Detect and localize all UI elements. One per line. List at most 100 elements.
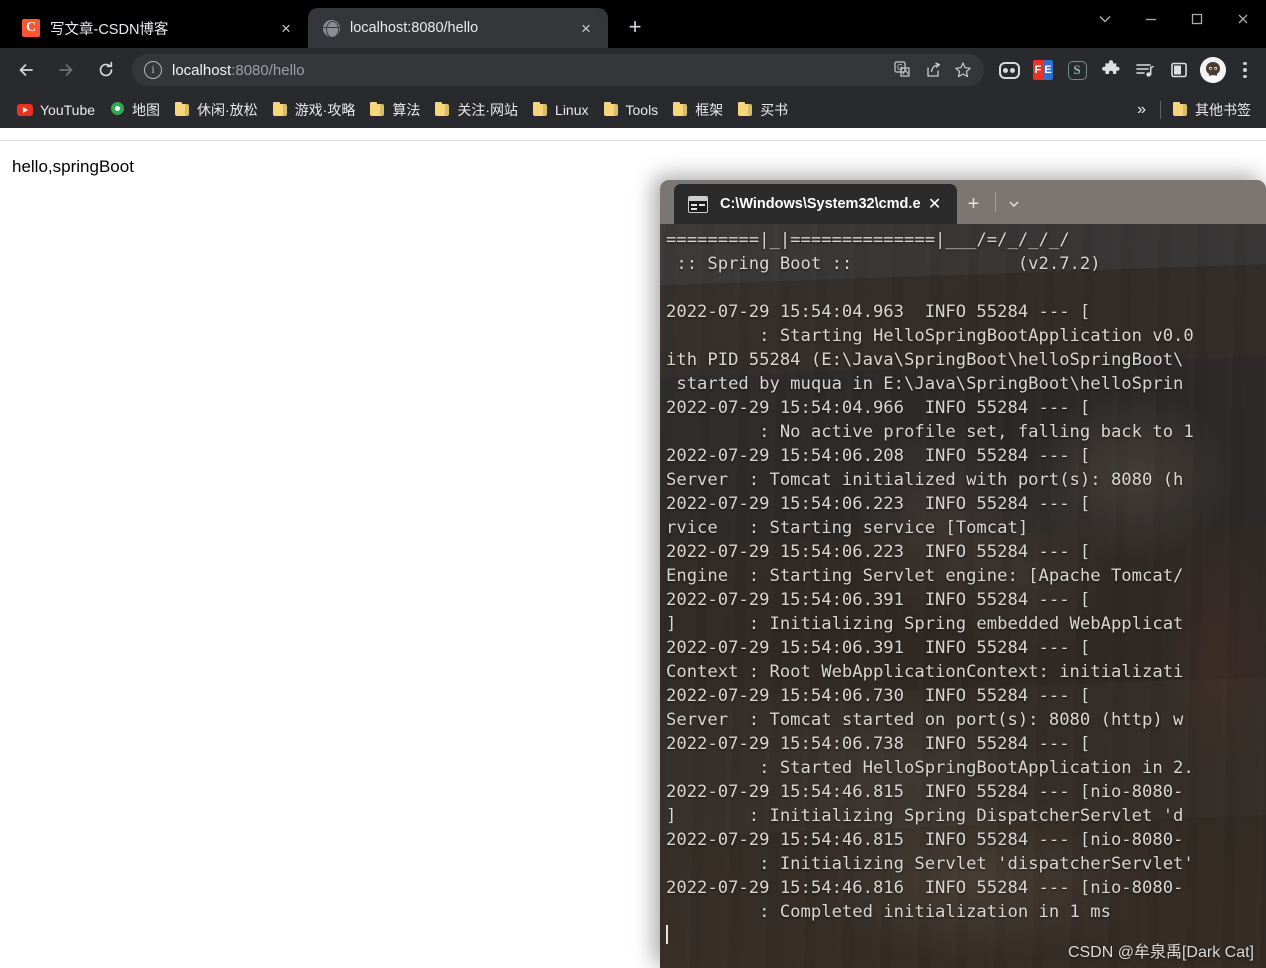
bookmark-label: Tools <box>625 102 659 118</box>
folder-icon <box>672 101 688 118</box>
terminal-line: ith PID 55284 (E:\Java\SpringBoot\helloS… <box>666 350 1184 370</box>
terminal-tab-cmd[interactable]: C:\Windows\System32\cmd.e ✕ <box>674 184 957 224</box>
browser-tab-csdn[interactable]: C 写文章-CSDN博客 × <box>8 8 308 48</box>
extensions-puzzle-icon[interactable] <box>1094 53 1128 87</box>
terminal-line: rvice : Starting service [Tomcat] <box>666 518 1029 538</box>
tab-search-icon[interactable] <box>1082 0 1128 38</box>
terminal-line: 2022-07-29 15:54:06.391 INFO 55284 --- [ <box>666 638 1091 658</box>
window-controls <box>1082 0 1266 38</box>
terminal-line: : Started HelloSpringBootApplication in … <box>666 758 1194 778</box>
bookmark-label: 算法 <box>392 102 421 118</box>
folder-icon <box>369 101 385 118</box>
terminal-line: =========|_|==============|___/=/_/_/_/ <box>666 230 1070 250</box>
bookmark-other-bookmarks[interactable]: 其他书签 <box>1165 97 1258 123</box>
folder-icon <box>434 101 450 118</box>
address-bar-text: localhost:8080/hello <box>172 62 888 79</box>
site-info-icon[interactable]: i <box>144 61 162 79</box>
folder-icon <box>532 101 548 118</box>
chrome-menu-icon[interactable] <box>1230 53 1260 87</box>
address-path: :8080/hello <box>231 61 305 79</box>
bookmark-folder-linux[interactable]: Linux <box>525 97 595 123</box>
terminal-line: 2022-07-29 15:54:06.391 INFO 55284 --- [ <box>666 590 1091 610</box>
terminal-tab-close-button[interactable]: ✕ <box>921 190 949 218</box>
csdn-icon: C <box>22 19 40 37</box>
bookmark-maps[interactable]: 地图 <box>102 97 167 123</box>
terminal-line: : No active profile set, falling back to… <box>666 422 1194 442</box>
watermark-text: CSDN @牟泉禹[Dark Cat] <box>1067 944 1254 961</box>
bookmark-youtube[interactable]: YouTube <box>10 97 102 123</box>
terminal-line: Server : Tomcat started on port(s): 8080… <box>666 710 1184 730</box>
close-icon[interactable] <box>1220 0 1266 38</box>
terminal-line: 2022-07-29 15:54:06.730 INFO 55284 --- [ <box>666 686 1091 706</box>
bookmark-label: YouTube <box>40 102 96 118</box>
terminal-line: :: Spring Boot :: (v2.7.2) <box>666 254 1101 274</box>
address-host: localhost <box>172 61 232 79</box>
feedly-icon-left: F <box>1033 60 1043 80</box>
new-tab-button[interactable]: + <box>618 10 652 44</box>
bookmark-label: 框架 <box>695 102 724 118</box>
terminal-line: : Completed initialization in 1 ms <box>666 902 1111 922</box>
terminal-line: 2022-07-29 15:54:46.815 INFO 55284 --- [… <box>666 782 1184 802</box>
bookmark-label: 地图 <box>132 102 161 118</box>
chevron-down-icon[interactable] <box>998 184 1030 224</box>
browser-toolbar: i localhost:8080/hello G FE S <box>0 48 1266 92</box>
address-bar[interactable]: i localhost:8080/hello G <box>132 54 984 86</box>
terminal-window: C:\Windows\System32\cmd.e ✕ + =========|… <box>660 180 1266 968</box>
bookmark-label: 买书 <box>760 102 789 118</box>
terminal-line: : Initializing Servlet 'dispatcherServle… <box>666 854 1194 874</box>
terminal-line: Engine : Starting Servlet engine: [Apach… <box>666 566 1184 586</box>
terminal-body[interactable]: =========|_|==============|___/=/_/_/_/ … <box>660 224 1266 968</box>
youtube-icon <box>17 102 33 118</box>
bookmark-folder-buy-books[interactable]: 买书 <box>730 97 795 123</box>
scribe-extension-icon[interactable]: S <box>1060 53 1094 87</box>
tab-close-button[interactable]: × <box>274 16 298 40</box>
tab-title: 写文章-CSDN博客 <box>50 21 169 38</box>
cmd-console-icon <box>688 195 708 213</box>
bookmarks-overflow-button[interactable]: » <box>1127 101 1156 119</box>
bookmark-folder-leisure[interactable]: 休闲·放松 <box>167 97 265 123</box>
terminal-tab-title: C:\Windows\System32\cmd.e <box>720 196 921 212</box>
lastpass-extension-icon[interactable] <box>992 53 1026 87</box>
maps-pin-icon <box>109 102 125 118</box>
scribe-icon-label: S <box>1067 60 1087 80</box>
bookmark-folder-games[interactable]: 游戏·攻略 <box>265 97 363 123</box>
feedly-extension-icon[interactable]: FE <box>1026 53 1060 87</box>
bookmark-folder-tools[interactable]: Tools <box>596 97 666 123</box>
reload-button[interactable] <box>89 53 123 87</box>
bookmark-folder-algorithms[interactable]: 算法 <box>362 97 427 123</box>
terminal-line: ] : Initializing Spring DispatcherServle… <box>666 806 1184 826</box>
terminal-line: ] : Initializing Spring embedded WebAppl… <box>666 614 1184 634</box>
browser-tab-localhost[interactable]: localhost:8080/hello × <box>308 8 608 48</box>
folder-icon <box>603 101 619 118</box>
terminal-line: 2022-07-29 15:54:46.816 INFO 55284 --- [… <box>666 878 1184 898</box>
terminal-line: 2022-07-29 15:54:06.223 INFO 55284 --- [ <box>666 494 1091 514</box>
terminal-line: 2022-07-29 15:54:06.223 INFO 55284 --- [ <box>666 542 1091 562</box>
globe-icon <box>322 19 340 37</box>
terminal-new-tab-button[interactable]: + <box>957 184 991 224</box>
back-button[interactable] <box>9 53 43 87</box>
share-icon[interactable] <box>918 55 948 85</box>
terminal-title-bar[interactable]: C:\Windows\System32\cmd.e ✕ + <box>660 180 1266 224</box>
terminal-line: 2022-07-29 15:54:06.208 INFO 55284 --- [ <box>666 446 1091 466</box>
side-panel-icon[interactable] <box>1162 53 1196 87</box>
terminal-line: Context : Root WebApplicationContext: in… <box>666 662 1184 682</box>
minimize-icon[interactable] <box>1128 0 1174 38</box>
forward-button[interactable] <box>49 53 83 87</box>
tab-close-button[interactable]: × <box>574 16 598 40</box>
bookmark-folder-follow-sites[interactable]: 关注·网站 <box>427 97 525 123</box>
folder-icon <box>737 101 753 118</box>
bookmark-folder-frameworks[interactable]: 框架 <box>665 97 730 123</box>
bookmark-label: 关注·网站 <box>457 102 519 118</box>
bookmark-star-icon[interactable] <box>948 55 978 85</box>
terminal-line: 2022-07-29 15:54:04.963 INFO 55284 --- [ <box>666 302 1091 322</box>
avatar[interactable] <box>1196 53 1230 87</box>
maximize-icon[interactable] <box>1174 0 1220 38</box>
terminal-line: 2022-07-29 15:54:04.966 INFO 55284 --- [ <box>666 398 1091 418</box>
translate-icon[interactable]: G <box>888 55 918 85</box>
page-body-text: hello,springBoot <box>12 157 134 176</box>
feedly-icon-right: E <box>1043 60 1053 80</box>
media-playlist-icon[interactable] <box>1128 53 1162 87</box>
bookmark-label: Linux <box>555 102 589 118</box>
folder-icon <box>272 101 288 118</box>
